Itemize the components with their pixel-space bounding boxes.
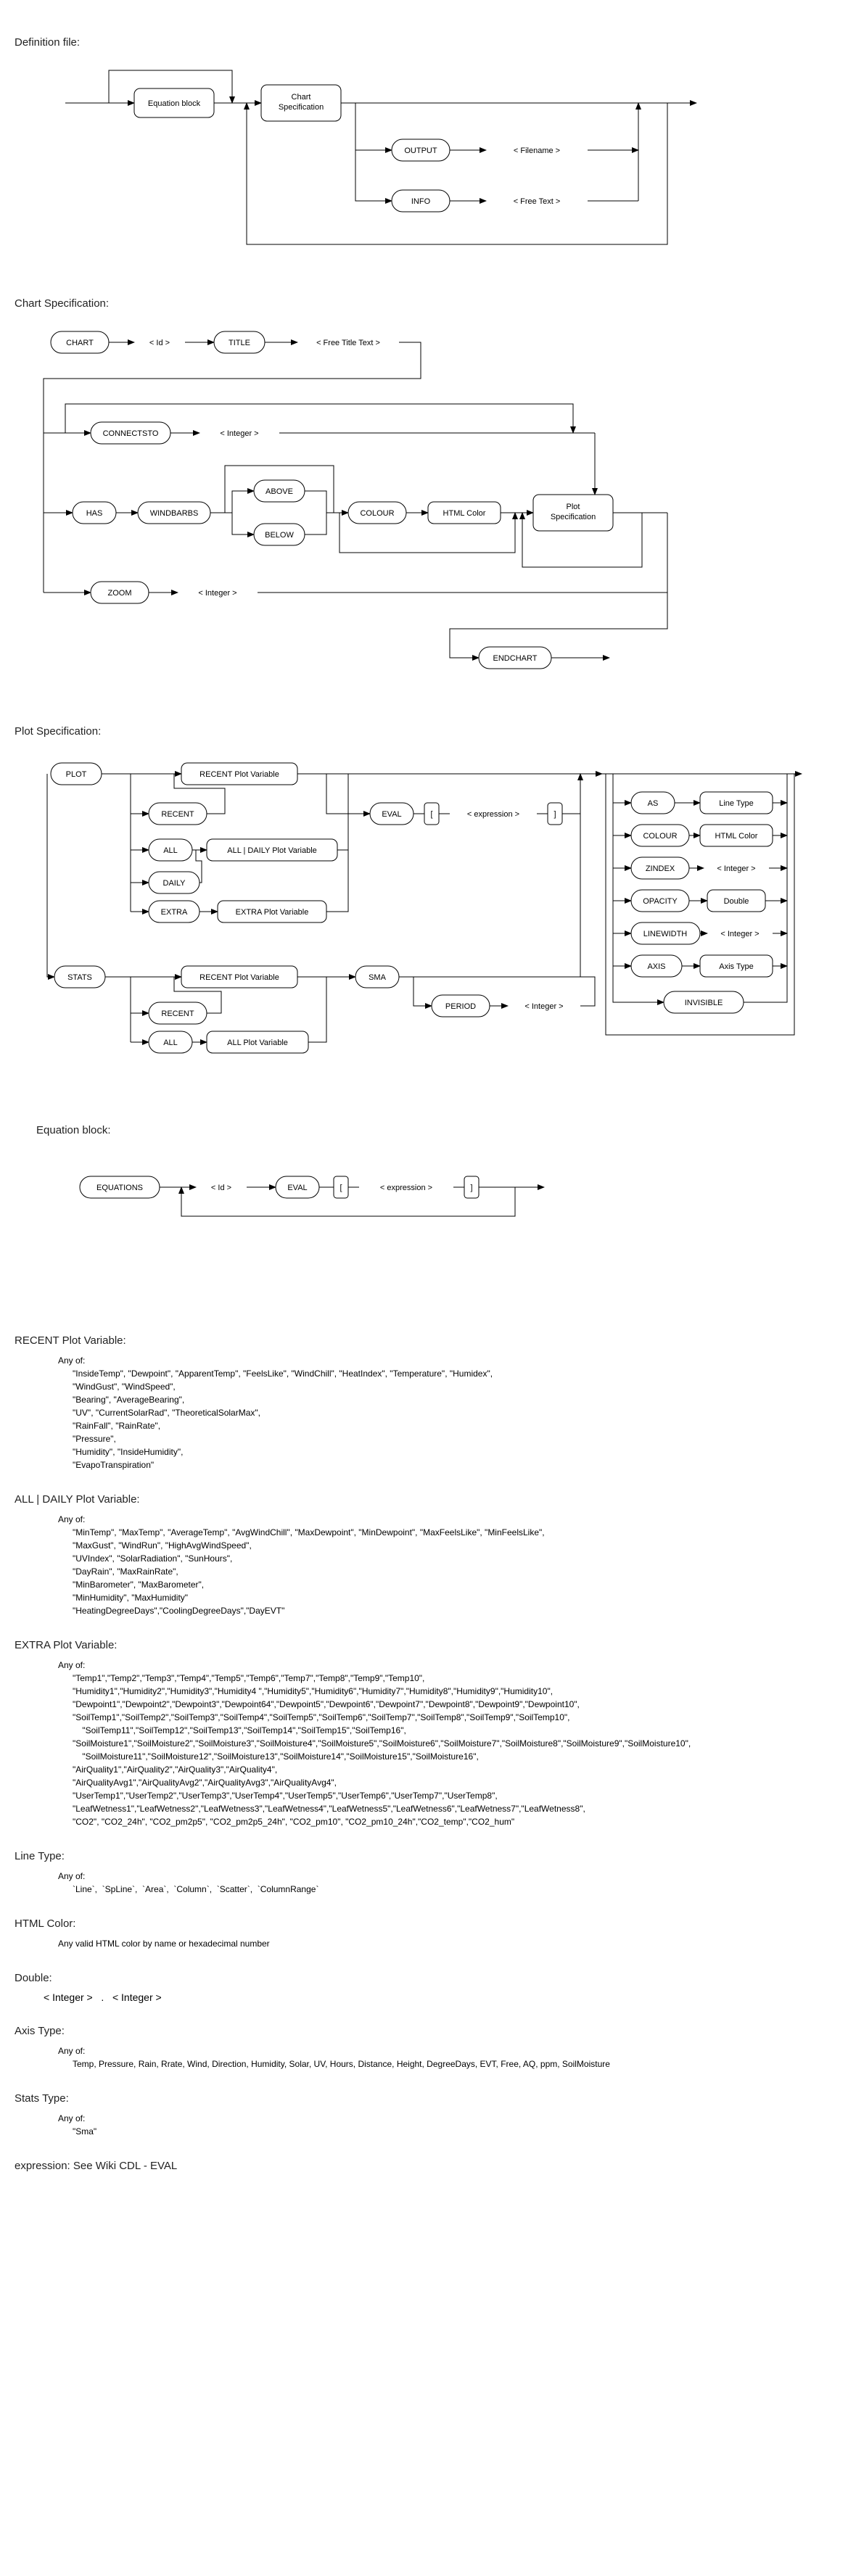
- node-daily: DAILY: [163, 879, 186, 888]
- node-line-type: Line Type: [719, 799, 754, 808]
- node-integer-1: < Integer >: [220, 429, 258, 438]
- line-type-block: Any of: `Line`, `SpLine`, `Area`, `Colum…: [58, 1870, 841, 1896]
- node-extra: EXTRA: [161, 908, 188, 917]
- node-id-2: < Id >: [211, 1184, 231, 1192]
- eq-block-diagram: EQUATIONS < Id > EVAL [ < expression > ]: [36, 1144, 841, 1240]
- node-integer-4: < Integer >: [717, 864, 755, 873]
- node-filename: < Filename >: [514, 146, 560, 155]
- node-invisible: INVISIBLE: [685, 999, 723, 1007]
- node-rbracket: ]: [553, 810, 556, 819]
- eq-block-title: Equation block:: [36, 1124, 841, 1136]
- node-equation-block: Equation block: [148, 99, 201, 108]
- all-daily-var-title: ALL | DAILY Plot Variable:: [15, 1493, 841, 1506]
- extra-var-title: EXTRA Plot Variable:: [15, 1639, 841, 1651]
- node-recent-plot-var: RECENT Plot Variable: [199, 770, 279, 779]
- node-info: INFO: [411, 197, 431, 206]
- node-connectsto: CONNECTSTO: [103, 429, 159, 438]
- node-windbarbs: WINDBARBS: [150, 509, 199, 518]
- node-axis-type: Axis Type: [719, 962, 754, 971]
- node-recent: RECENT: [161, 810, 194, 819]
- node-endchart: ENDCHART: [493, 654, 538, 663]
- node-lbracket: [: [430, 810, 432, 819]
- all-daily-var-block: Any of: "MinTemp", "MaxTemp", "AverageTe…: [58, 1513, 841, 1617]
- chart-spec-diagram: CHART < Id > TITLE < Free Title Text > C…: [15, 317, 841, 696]
- svg-text:Specification: Specification: [551, 513, 596, 521]
- node-colour-2: COLOUR: [643, 832, 677, 841]
- recent-var-block: Any of: "InsideTemp", "Dewpoint", "Appar…: [58, 1354, 841, 1471]
- stats-type-block: Any of: "Sma": [58, 2112, 841, 2138]
- node-all: ALL: [163, 846, 178, 855]
- node-id: < Id >: [149, 339, 170, 347]
- node-axis: AXIS: [647, 962, 665, 971]
- extra-var-block: Any of: "Temp1","Temp2","Temp3","Temp4",…: [58, 1659, 841, 1828]
- node-opacity: OPACITY: [643, 897, 678, 906]
- definition-file-diagram: Equation block Chart Specification OUTPU…: [15, 56, 841, 268]
- html-color-block: Any valid HTML color by name or hexadeci…: [58, 1937, 841, 1950]
- node-html-color-2: HTML Color: [715, 832, 758, 841]
- svg-text:Specification: Specification: [279, 103, 324, 112]
- plot-spec-diagram: PLOT RECENT Plot Variable RECENT ALL ALL…: [15, 745, 841, 1095]
- line-type-title: Line Type:: [15, 1850, 841, 1862]
- node-above: ABOVE: [266, 487, 293, 496]
- node-zindex: ZINDEX: [646, 864, 675, 873]
- node-eval: EVAL: [382, 810, 401, 819]
- svg-text:Plot: Plot: [567, 503, 580, 511]
- node-plot: PLOT: [66, 770, 87, 779]
- node-output: OUTPUT: [404, 146, 437, 155]
- node-chart: CHART: [66, 339, 94, 347]
- svg-text:Chart: Chart: [292, 93, 311, 102]
- recent-var-title: RECENT Plot Variable:: [15, 1334, 841, 1347]
- node-html-color: HTML Color: [443, 509, 486, 518]
- double-block: < Integer > . < Integer >: [44, 1991, 841, 2003]
- node-integer-5: < Integer >: [720, 930, 759, 938]
- chart-spec-title: Chart Specification:: [15, 297, 841, 310]
- axis-type-block: Any of: Temp, Pressure, Rain, Rrate, Win…: [58, 2044, 841, 2071]
- node-below: BELOW: [265, 531, 294, 540]
- expression-title: expression: See Wiki CDL - EVAL: [15, 2160, 841, 2172]
- node-freetext: < Free Text >: [514, 197, 561, 206]
- node-period: PERIOD: [445, 1002, 476, 1011]
- node-eval-2: EVAL: [287, 1184, 307, 1192]
- definition-file-title: Definition file:: [15, 36, 841, 49]
- node-linewidth: LINEWIDTH: [643, 930, 688, 938]
- node-stats: STATS: [67, 973, 92, 982]
- node-extra-plot-var: EXTRA Plot Variable: [236, 908, 309, 917]
- svg-text:]: ]: [470, 1184, 472, 1192]
- node-all-daily-var: ALL | DAILY Plot Variable: [227, 846, 317, 855]
- node-zoom: ZOOM: [108, 589, 132, 598]
- axis-type-title: Axis Type:: [15, 2025, 841, 2037]
- node-double: Double: [724, 897, 749, 906]
- node-all-plot-var: ALL Plot Variable: [227, 1039, 288, 1047]
- node-integer-3: < Integer >: [524, 1002, 563, 1011]
- node-has: HAS: [86, 509, 103, 518]
- node-sma: SMA: [369, 973, 387, 982]
- node-title: TITLE: [229, 339, 250, 347]
- node-expression: < expression >: [467, 810, 519, 819]
- node-colour: COLOUR: [360, 509, 394, 518]
- html-color-title: HTML Color:: [15, 1917, 841, 1930]
- plot-spec-title: Plot Specification:: [15, 725, 841, 738]
- node-equations: EQUATIONS: [96, 1184, 143, 1192]
- node-free-title: < Free Title Text >: [316, 339, 380, 347]
- node-integer-2: < Integer >: [198, 589, 236, 598]
- node-all-2: ALL: [163, 1039, 178, 1047]
- node-recent-plot-var-2: RECENT Plot Variable: [199, 973, 279, 982]
- node-expression-2: < expression >: [380, 1184, 432, 1192]
- double-title: Double:: [15, 1972, 841, 1984]
- stats-type-title: Stats Type:: [15, 2092, 841, 2105]
- svg-text:[: [: [339, 1184, 342, 1192]
- node-as: AS: [648, 799, 659, 808]
- node-recent-2: RECENT: [161, 1010, 194, 1018]
